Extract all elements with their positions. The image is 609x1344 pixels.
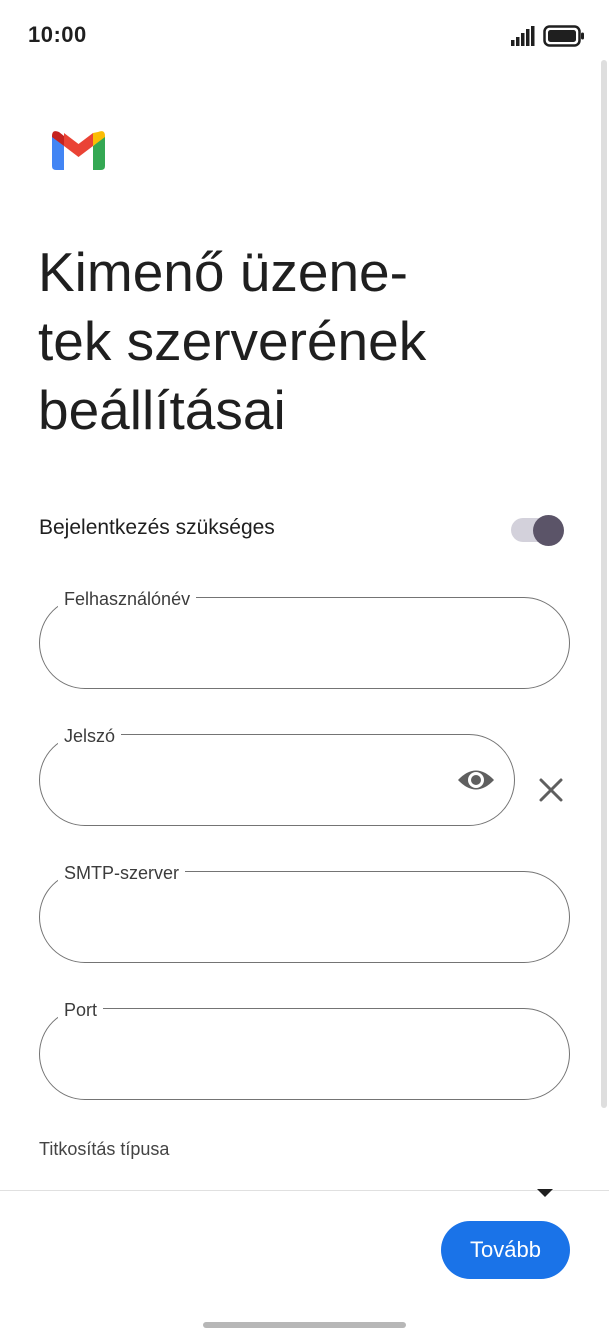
username-field[interactable] bbox=[39, 597, 570, 689]
encryption-type-label: Titkosítás típusa bbox=[39, 1139, 170, 1159]
port-field[interactable] bbox=[39, 1008, 570, 1100]
toggle-knob[interactable] bbox=[533, 515, 564, 546]
signal-bars-icon bbox=[511, 26, 535, 46]
dropdown-arrow-icon[interactable] bbox=[536, 1188, 554, 1198]
scrollbar[interactable] bbox=[601, 60, 607, 1108]
battery-full-icon bbox=[543, 25, 584, 47]
divider bbox=[0, 1190, 609, 1191]
next-button[interactable]: Tovább bbox=[441, 1221, 570, 1279]
show-password-eye-icon[interactable] bbox=[456, 765, 496, 795]
username-label: Felhasználónév bbox=[58, 589, 197, 610]
status-time: 10:00 bbox=[28, 22, 87, 47]
login-required-label: Bejelentkezés szükséges bbox=[39, 516, 275, 539]
close-icon[interactable] bbox=[535, 774, 567, 806]
smtp-server-field[interactable] bbox=[39, 871, 570, 963]
smtp-server-label: SMTP-szerver bbox=[58, 863, 186, 884]
port-label: Port bbox=[58, 1000, 104, 1021]
title-line-2: tek szerverének bbox=[38, 310, 427, 372]
password-label: Jelszó bbox=[58, 726, 122, 747]
home-indicator[interactable] bbox=[203, 1322, 406, 1328]
page-title: Kimenő üzene- tek szerverének beállítása… bbox=[38, 238, 578, 445]
password-field[interactable] bbox=[39, 734, 515, 826]
title-line-1: Kimenő üzene- bbox=[38, 241, 408, 303]
title-line-3: beállításai bbox=[38, 379, 286, 441]
gmail-logo-icon bbox=[52, 131, 105, 170]
